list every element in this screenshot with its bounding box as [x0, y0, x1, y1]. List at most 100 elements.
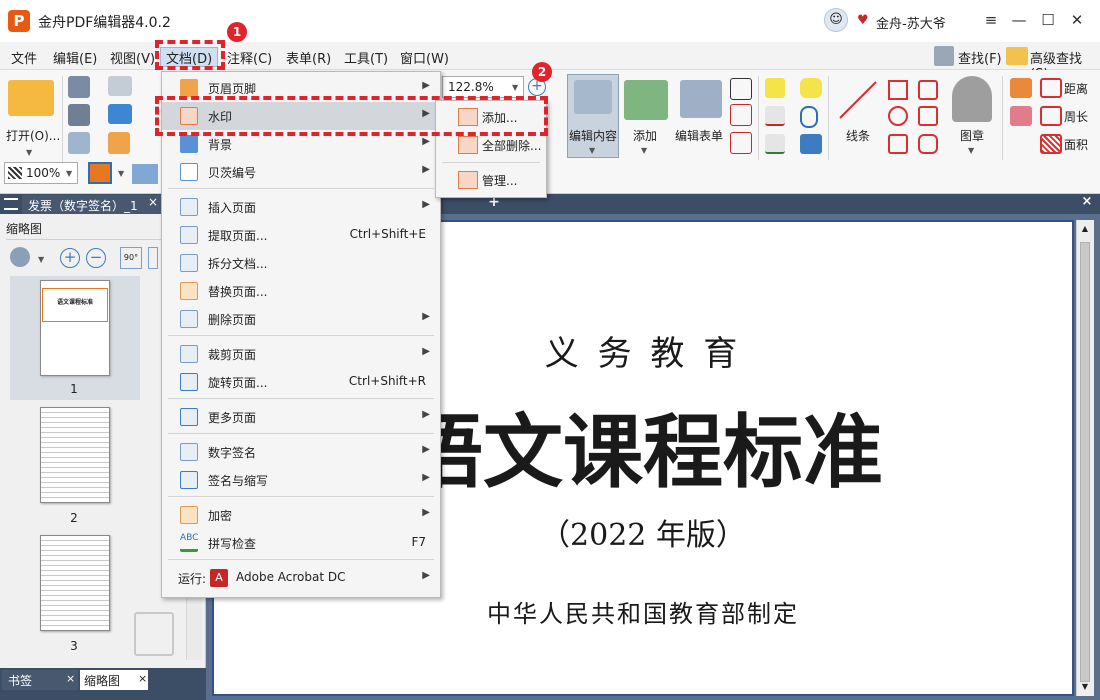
- scroll-down-icon[interactable]: ▼: [1079, 682, 1091, 694]
- text-field-icon[interactable]: [730, 104, 752, 126]
- rotate-right-icon[interactable]: [148, 247, 158, 269]
- open-button[interactable]: 打开(O)...: [6, 127, 60, 144]
- underline-icon[interactable]: [765, 134, 785, 154]
- text-box-icon[interactable]: [730, 78, 752, 100]
- new-document-icon[interactable]: [108, 132, 130, 154]
- menu-edit[interactable]: 编辑(E): [53, 48, 97, 67]
- note-icon[interactable]: [800, 78, 822, 98]
- strikeout-icon[interactable]: [765, 106, 785, 126]
- thumbnail-settings-dropdown-icon[interactable]: ▼: [38, 255, 44, 264]
- close-button[interactable]: ✕: [1066, 10, 1088, 32]
- menu-comment[interactable]: 注释(C): [227, 48, 272, 67]
- ellipse-icon[interactable]: [888, 106, 908, 126]
- find-button[interactable]: 查找(F): [958, 48, 1002, 67]
- user-name[interactable]: 金舟-苏大爷: [876, 13, 946, 32]
- scroll-up-icon[interactable]: ▲: [1079, 224, 1091, 236]
- rectangle-icon[interactable]: [888, 134, 908, 154]
- distance-icon[interactable]: [1040, 78, 1062, 98]
- menu-file[interactable]: 文件: [11, 48, 37, 67]
- minimize-button[interactable]: —: [1008, 10, 1030, 32]
- attachment-icon[interactable]: [800, 106, 818, 128]
- menu-item-insert-pages[interactable]: 插入页面 ▶: [162, 193, 440, 221]
- viewer-close-icon[interactable]: ×: [1078, 194, 1096, 212]
- menu-item-replace-pages[interactable]: 替换页面...: [162, 277, 440, 305]
- menu-item-delete-pages[interactable]: 删除页面 ▶: [162, 305, 440, 333]
- perimeter-label[interactable]: 周长: [1064, 108, 1088, 125]
- maximize-button[interactable]: ☐: [1037, 10, 1059, 32]
- menu-item-rotate-pages[interactable]: 旋转页面... Ctrl+Shift+R: [162, 368, 440, 396]
- edit-form-icon[interactable]: [680, 80, 722, 118]
- text-callout-icon[interactable]: [730, 132, 752, 154]
- app-logo-icon: P: [8, 10, 30, 32]
- tab-close-icon[interactable]: ×: [148, 195, 158, 209]
- zoom-percent-dropdown-icon[interactable]: ▼: [512, 83, 518, 92]
- stamp-dropdown-icon[interactable]: ▼: [968, 146, 974, 155]
- submenu-item-manage[interactable]: 管理...: [436, 166, 546, 194]
- folder-search-icon: [1006, 47, 1028, 65]
- menu-window[interactable]: 窗口(W): [400, 48, 449, 67]
- tab-document[interactable]: 发票（数字签名）_1: [22, 195, 162, 214]
- sign-initial-icon: [180, 471, 198, 489]
- menu-item-spell-check[interactable]: ABC 拼写检查 F7: [162, 529, 440, 557]
- image-icon[interactable]: [132, 164, 158, 184]
- menu-item-bates-numbering[interactable]: 贝茨编号 ▶: [162, 158, 440, 186]
- area-icon[interactable]: [1040, 134, 1062, 154]
- thumbnail-page-3[interactable]: [40, 535, 110, 631]
- sound-icon[interactable]: [800, 134, 822, 154]
- add-dropdown-icon[interactable]: ▼: [641, 146, 647, 155]
- area-label[interactable]: 面积: [1064, 136, 1088, 153]
- document-scrollbar-thumb[interactable]: [1080, 242, 1090, 682]
- menu-form[interactable]: 表单(R): [286, 48, 331, 67]
- line-icon[interactable]: [836, 78, 880, 122]
- arrow-icon[interactable]: [888, 80, 908, 100]
- thumbnail-settings-icon[interactable]: [10, 247, 30, 267]
- menu-item-crop-pages[interactable]: 裁剪页面 ▶: [162, 340, 440, 368]
- menu-item-extract-pages[interactable]: 提取页面... Ctrl+Shift+E: [162, 221, 440, 249]
- email-icon[interactable]: [108, 76, 132, 96]
- user-avatar[interactable]: ☺: [824, 8, 848, 32]
- export-icon[interactable]: [68, 132, 90, 154]
- perimeter-icon[interactable]: [1040, 106, 1062, 126]
- highlight-text-icon[interactable]: [765, 78, 785, 98]
- line-label[interactable]: 线条: [846, 127, 870, 144]
- rotate-left-icon[interactable]: 90°: [120, 247, 142, 269]
- thumbnail-zoom-out-icon[interactable]: −: [86, 248, 106, 268]
- edit-form-label[interactable]: 编辑表单: [675, 127, 723, 144]
- menu-view[interactable]: 视图(V): [110, 48, 155, 67]
- eraser-icon[interactable]: [1010, 106, 1032, 126]
- color-dropdown-icon[interactable]: ▼: [118, 169, 124, 178]
- polygon-icon[interactable]: [918, 106, 938, 126]
- open-dropdown-icon[interactable]: ▼: [26, 148, 32, 157]
- cloud-shape-icon[interactable]: [918, 134, 938, 154]
- stamp-label[interactable]: 图章: [960, 127, 984, 144]
- cloud-icon[interactable]: [108, 104, 132, 124]
- menu-icon[interactable]: ≡: [980, 10, 1002, 32]
- open-folder-icon[interactable]: [8, 80, 54, 116]
- menu-item-more-pages[interactable]: 更多页面 ▶: [162, 403, 440, 431]
- save-icon[interactable]: [68, 76, 90, 98]
- thumbnail-page-2[interactable]: [40, 407, 110, 503]
- distance-label[interactable]: 距离: [1064, 80, 1088, 97]
- print-icon[interactable]: [68, 104, 90, 126]
- pencil-icon[interactable]: [1010, 78, 1032, 98]
- bates-numbering-icon: [180, 163, 198, 181]
- zoom-dropdown-icon[interactable]: ▼: [66, 169, 72, 178]
- polyline-icon[interactable]: [918, 80, 938, 100]
- add-icon[interactable]: [624, 80, 668, 120]
- menu-tools[interactable]: 工具(T): [344, 48, 388, 67]
- add-label[interactable]: 添加: [633, 127, 657, 144]
- stamp-icon[interactable]: [952, 76, 992, 122]
- menu-item-sign-initial[interactable]: 签名与缩写 ▶: [162, 466, 440, 494]
- thumbnail-zoom-in-icon[interactable]: +: [60, 248, 80, 268]
- replace-pages-icon: [180, 282, 198, 300]
- sidebar-toggle-icon[interactable]: [4, 198, 18, 210]
- menu-item-run[interactable]: 运行: A Adobe Acrobat DC ▶: [162, 564, 440, 592]
- edit-content-dropdown-icon[interactable]: ▼: [589, 146, 595, 155]
- tab-thumbnails-close-icon[interactable]: ×: [138, 672, 147, 685]
- menu-item-split-document[interactable]: 拆分文档...: [162, 249, 440, 277]
- color-fill-icon[interactable]: [88, 162, 112, 184]
- spell-check-icon: ABC: [180, 534, 198, 552]
- menu-item-encrypt[interactable]: 加密 ▶: [162, 501, 440, 529]
- tab-bookmarks-close-icon[interactable]: ×: [66, 672, 75, 685]
- menu-item-digital-signature[interactable]: 数字签名 ▶: [162, 438, 440, 466]
